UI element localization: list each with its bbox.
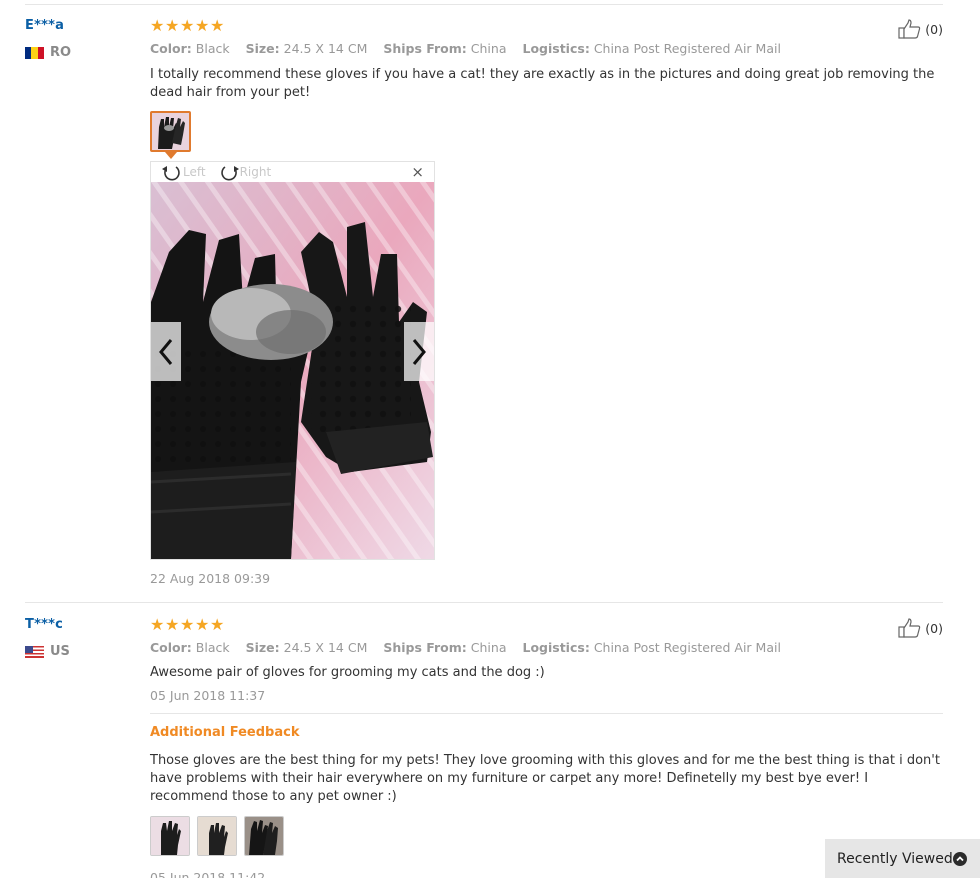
rotate-right-label: Right (239, 165, 272, 179)
star-rating: ★ ★ ★ ★ ★ (150, 615, 225, 634)
order-info: Color: Black Size: 24.5 X 14 CM Ships Fr… (150, 41, 793, 56)
next-photo-button[interactable] (404, 322, 434, 381)
rotate-left-label: Left (183, 165, 206, 179)
logistics-info: Logistics: China Post Registered Air Mai… (522, 640, 780, 655)
additional-feedback-date: 05 Jun 2018 11:42 (150, 870, 266, 878)
star-icon: ★ (180, 16, 195, 35)
rotate-left-icon (162, 166, 180, 181)
ships-from-label: Ships From: (383, 41, 467, 56)
review-date: 22 Aug 2018 09:39 (150, 571, 271, 586)
color-info: Color: Black (150, 640, 230, 655)
size-info: Size: 24.5 X 14 CM (246, 41, 368, 56)
thumbs-up-icon (898, 618, 921, 638)
romania-flag-icon (25, 46, 44, 59)
ships-from-value: China (470, 41, 507, 56)
glove-photo (245, 817, 283, 855)
review-text: I totally recommend these gloves if you … (150, 67, 935, 100)
star-icon: ★ (150, 615, 165, 634)
size-label: Size: (245, 41, 280, 56)
country-code: RO (50, 45, 72, 60)
logistics-value: China Post Registered Air Mail (593, 41, 781, 56)
chevron-left-icon (159, 338, 173, 365)
buyer-name[interactable]: E***a (25, 18, 64, 33)
glove-photo (151, 182, 434, 559)
logistics-label: Logistics: (522, 640, 590, 655)
thumbs-up-icon (898, 19, 921, 39)
color-info: Color: Black (150, 41, 230, 56)
star-rating: ★ ★ ★ ★ ★ (150, 16, 225, 35)
size-value: 24.5 X 14 CM (283, 640, 368, 655)
like-count: (0) (925, 21, 943, 37)
glove-photo (198, 817, 236, 855)
review-photo-thumbnail[interactable] (150, 111, 191, 152)
star-icon: ★ (195, 16, 210, 35)
star-icon: ★ (165, 615, 180, 634)
viewer-toolbar: Left Right × (151, 162, 434, 182)
additional-feedback-divider (150, 713, 943, 714)
review-text: Awesome pair of gloves for grooming my c… (150, 665, 545, 680)
star-icon: ★ (210, 16, 225, 35)
size-label: Size: (245, 640, 280, 655)
active-thumbnail-pointer (165, 152, 177, 159)
additional-feedback-title: Additional Feedback (150, 725, 300, 740)
photo-viewer: Left Right × (150, 161, 435, 560)
order-info: Color: Black Size: 24.5 X 14 CM Ships Fr… (150, 640, 793, 655)
glove-photo (151, 817, 189, 855)
review-date: 05 Jun 2018 11:37 (150, 688, 266, 703)
additional-feedback-text: Those gloves are the best thing for my p… (150, 753, 940, 804)
logistics-value: China Post Registered Air Mail (593, 640, 781, 655)
buyer-country: RO (25, 45, 71, 60)
buyer-country: US (25, 644, 70, 659)
review-photo-thumbnail[interactable] (244, 816, 284, 856)
color-value: Black (195, 640, 230, 655)
country-code: US (50, 644, 70, 659)
rotate-right-icon (220, 166, 239, 181)
star-icon: ★ (180, 615, 195, 634)
logistics-label: Logistics: (522, 41, 590, 56)
glove-photo (152, 113, 189, 150)
chevron-right-icon (412, 338, 426, 365)
ships-from-value: China (470, 640, 507, 655)
ships-from-label: Ships From: (383, 640, 467, 655)
color-value: Black (195, 41, 230, 56)
like-count: (0) (925, 620, 943, 636)
review-photo-thumbnail[interactable] (197, 816, 237, 856)
ships-from-info: Ships From: China (383, 640, 506, 655)
like-button[interactable]: (0) (898, 618, 943, 638)
color-label: Color: (150, 41, 192, 56)
rotate-left-button[interactable]: Left (161, 163, 206, 181)
rotate-right-button[interactable]: Right (218, 163, 272, 181)
recently-viewed-button[interactable]: Recently Viewed (825, 839, 980, 878)
review-photo-thumbnail[interactable] (150, 816, 190, 856)
star-icon: ★ (210, 615, 225, 634)
color-label: Color: (150, 640, 192, 655)
like-button[interactable]: (0) (898, 19, 943, 39)
close-icon[interactable]: × (411, 164, 424, 180)
reviews-page: E***a RO ★ ★ ★ ★ ★ Color: Black Size: 24… (0, 0, 980, 878)
buyer-name[interactable]: T***c (25, 617, 63, 632)
recently-viewed-label: Recently Viewed (837, 850, 953, 867)
size-value: 24.5 X 14 CM (283, 41, 368, 56)
star-icon: ★ (165, 16, 180, 35)
review-photo-large (151, 182, 434, 559)
review-item: T***c US ★ ★ ★ ★ ★ Color: Black Size: 24… (0, 603, 980, 878)
star-icon: ★ (195, 615, 210, 634)
chevron-up-icon (953, 852, 967, 866)
review-item: E***a RO ★ ★ ★ ★ ★ Color: Black Size: 24… (0, 0, 980, 600)
previous-photo-button[interactable] (151, 322, 181, 381)
star-icon: ★ (150, 16, 165, 35)
logistics-info: Logistics: China Post Registered Air Mai… (522, 41, 780, 56)
ships-from-info: Ships From: China (383, 41, 506, 56)
size-info: Size: 24.5 X 14 CM (246, 640, 368, 655)
usa-flag-icon (25, 645, 44, 658)
